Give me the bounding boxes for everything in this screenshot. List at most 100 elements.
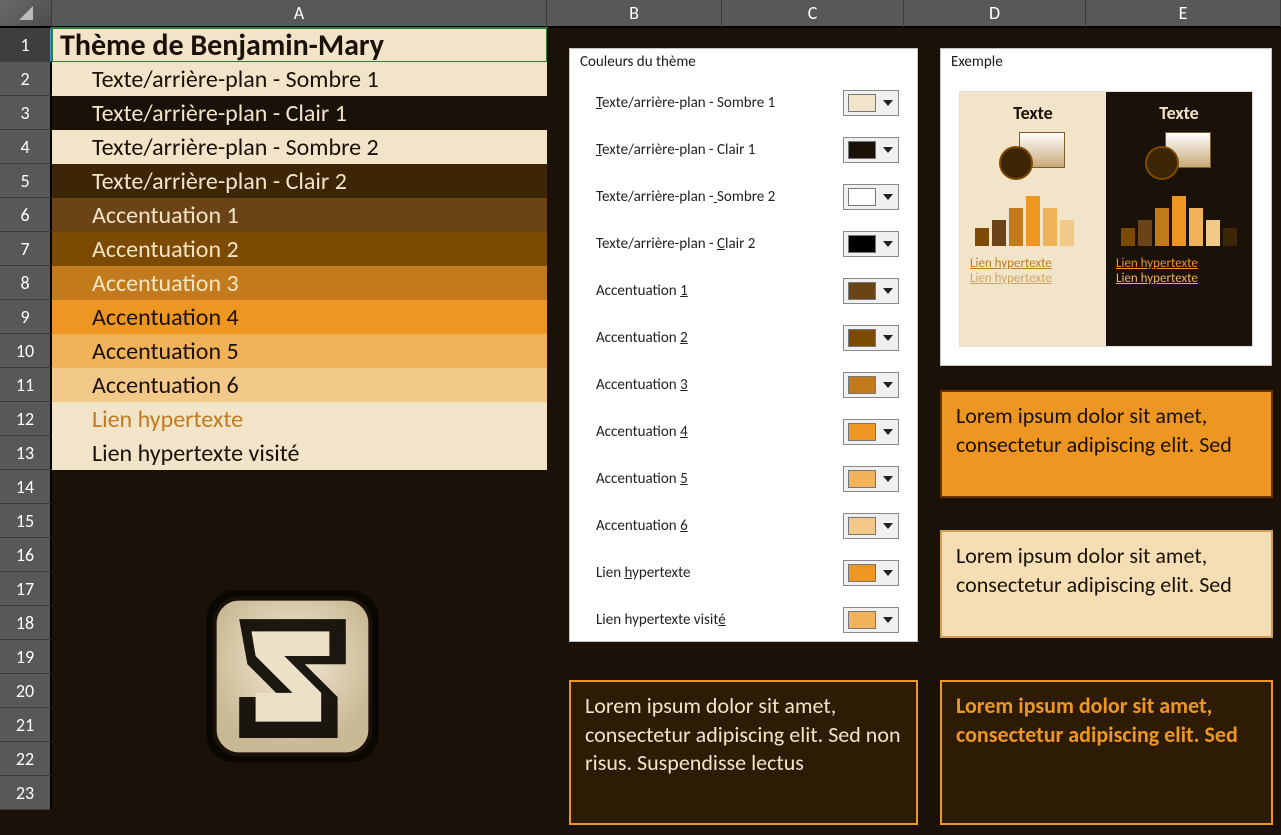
row-header-13[interactable]: 13 (0, 436, 52, 470)
chevron-down-icon (883, 523, 893, 529)
cell-theme-row[interactable]: Accentuation 1 (52, 198, 547, 232)
cell-theme-row[interactable]: Texte/arrière-plan - Sombre 1 (52, 62, 547, 96)
row-header-23[interactable]: 23 (0, 776, 52, 810)
row-header-21[interactable]: 21 (0, 708, 52, 742)
theme-color-picker[interactable] (843, 231, 899, 257)
theme-color-picker[interactable] (843, 184, 899, 210)
theme-color-picker[interactable] (843, 372, 899, 398)
color-swatch (848, 235, 876, 253)
brand-logo (190, 574, 395, 779)
cell-theme-row[interactable]: Lien hypertexte visité (52, 436, 547, 470)
select-all-corner[interactable] (0, 0, 52, 28)
chart-bar (1206, 220, 1220, 246)
row-header-3[interactable]: 3 (0, 96, 52, 130)
chart-bar (1043, 208, 1057, 246)
row-header-17[interactable]: 17 (0, 572, 52, 606)
cell-theme-row[interactable]: Texte/arrière-plan - Sombre 2 (52, 130, 547, 164)
theme-color-row: Accentuation 1 (570, 267, 917, 314)
example-circle-icon (1145, 146, 1179, 180)
theme-color-picker[interactable] (843, 466, 899, 492)
cell-theme-row[interactable]: Accentuation 2 (52, 232, 547, 266)
cell-empty[interactable] (52, 470, 547, 504)
row-header-16[interactable]: 16 (0, 538, 52, 572)
cell-empty[interactable] (722, 640, 904, 674)
column-header-B[interactable]: B (547, 0, 722, 28)
theme-color-label: Accentuation 2 (596, 329, 688, 347)
column-header-C[interactable]: C (722, 0, 904, 28)
textbox-accent6[interactable]: Lorem ipsum dolor sit amet, consectetur … (940, 530, 1273, 638)
textbox-dark[interactable]: Lorem ipsum dolor sit amet, consectetur … (569, 680, 918, 825)
column-header-E[interactable]: E (1086, 0, 1281, 28)
cell-empty[interactable] (52, 776, 547, 810)
theme-color-row: Accentuation 5 (570, 455, 917, 502)
row-header-14[interactable]: 14 (0, 470, 52, 504)
theme-color-row: Texte/arrière-plan - Clair 1 (570, 126, 917, 173)
example-link: Lien hypertexte (1116, 256, 1242, 271)
example-light: Texte Lien hypertexte Lien hypertexte (960, 92, 1106, 346)
theme-color-row: Accentuation 4 (570, 408, 917, 455)
row-header-4[interactable]: 4 (0, 130, 52, 164)
row-header-1[interactable]: 1 (0, 28, 52, 62)
row-header-2[interactable]: 2 (0, 62, 52, 96)
theme-color-picker[interactable] (843, 419, 899, 445)
theme-color-picker[interactable] (843, 325, 899, 351)
cell-empty[interactable] (1086, 640, 1281, 674)
row-header-7[interactable]: 7 (0, 232, 52, 266)
example-dark: Texte Lien hypertexte Lien hypertexte (1106, 92, 1252, 346)
cell-theme-row[interactable]: Lien hypertexte (52, 402, 547, 436)
example-title: Exemple (941, 49, 1271, 79)
color-swatch (848, 188, 876, 206)
theme-color-picker[interactable] (843, 90, 899, 116)
row-header-20[interactable]: 20 (0, 674, 52, 708)
row-header-12[interactable]: 12 (0, 402, 52, 436)
color-swatch (848, 141, 876, 159)
textbox-accent4[interactable]: Lorem ipsum dolor sit amet, consectetur … (940, 390, 1273, 498)
theme-color-label: Accentuation 5 (596, 470, 688, 488)
row-header-8[interactable]: 8 (0, 266, 52, 300)
chart-bar (1138, 220, 1152, 246)
theme-color-row: Accentuation 6 (570, 502, 917, 549)
row-header-6[interactable]: 6 (0, 198, 52, 232)
chart-bar (1026, 196, 1040, 246)
theme-color-picker[interactable] (843, 513, 899, 539)
theme-color-picker[interactable] (843, 560, 899, 586)
example-link-visited: Lien hypertexte (970, 271, 1096, 286)
color-swatch (848, 329, 876, 347)
column-header-A[interactable]: A (52, 0, 547, 28)
cell-empty[interactable] (904, 640, 1086, 674)
cell-title[interactable]: Thème de Benjamin-Mary (52, 28, 547, 62)
color-swatch (848, 517, 876, 535)
theme-colors-panel: Couleurs du thème Texte/arrière-plan - S… (569, 48, 918, 642)
theme-color-label: Lien hypertexte visité (596, 611, 726, 629)
theme-color-picker[interactable] (843, 607, 899, 633)
row-header-10[interactable]: 10 (0, 334, 52, 368)
row-header-15[interactable]: 15 (0, 504, 52, 538)
chart-bar (1060, 220, 1074, 246)
cell-theme-row[interactable]: Texte/arrière-plan - Clair 1 (52, 96, 547, 130)
cell-empty[interactable] (52, 538, 547, 572)
theme-color-picker[interactable] (843, 278, 899, 304)
column-header-D[interactable]: D (904, 0, 1086, 28)
row-header-9[interactable]: 9 (0, 300, 52, 334)
cell-theme-row[interactable]: Accentuation 6 (52, 368, 547, 402)
theme-color-label: Accentuation 6 (596, 517, 688, 535)
row-header-11[interactable]: 11 (0, 368, 52, 402)
theme-color-picker[interactable] (843, 137, 899, 163)
color-swatch (848, 611, 876, 629)
chart-bar (992, 220, 1006, 246)
row-header-19[interactable]: 19 (0, 640, 52, 674)
chart-bar (975, 228, 989, 246)
cell-theme-row[interactable]: Accentuation 4 (52, 300, 547, 334)
row-header-18[interactable]: 18 (0, 606, 52, 640)
row-header-22[interactable]: 22 (0, 742, 52, 776)
cell-empty[interactable] (547, 640, 722, 674)
cell-theme-row[interactable]: Accentuation 3 (52, 266, 547, 300)
cell-theme-row[interactable]: Texte/arrière-plan - Clair 2 (52, 164, 547, 198)
theme-color-label: Texte/arrière-plan - Clair 1 (596, 141, 755, 159)
cell-theme-row[interactable]: Accentuation 5 (52, 334, 547, 368)
textbox-bold[interactable]: Lorem ipsum dolor sit amet, consectetur … (940, 680, 1273, 825)
row-header-5[interactable]: 5 (0, 164, 52, 198)
chevron-down-icon (883, 382, 893, 388)
example-chart-dark (1121, 190, 1237, 246)
cell-empty[interactable] (52, 504, 547, 538)
